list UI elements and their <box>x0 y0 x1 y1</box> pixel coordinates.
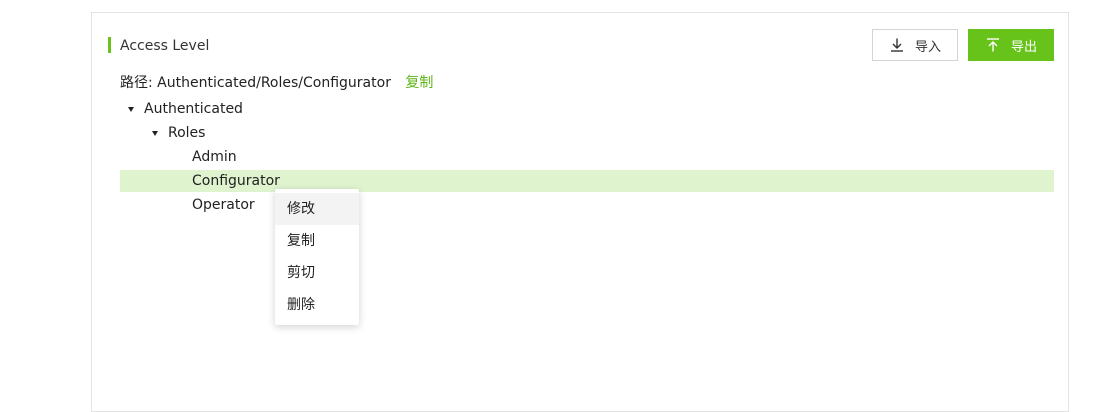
menu-item-cut[interactable]: 剪切 <box>275 257 359 289</box>
tree-node-label: Roles <box>168 125 206 141</box>
tree-node-admin[interactable]: Admin <box>120 146 1054 168</box>
import-button[interactable]: 导入 <box>872 29 958 61</box>
title-accent-bar <box>108 37 111 53</box>
breadcrumb: 路径: Authenticated/Roles/Configurator 复制 <box>120 73 433 93</box>
tree-node-authenticated[interactable]: Authenticated <box>120 98 1054 120</box>
tree-node-operator[interactable]: Operator <box>120 194 1054 216</box>
tree-node-label: Admin <box>192 149 237 165</box>
upload-icon <box>985 37 1001 53</box>
menu-item-edit[interactable]: 修改 <box>275 193 359 225</box>
tree-node-roles[interactable]: Roles <box>120 122 1054 144</box>
caret-down-icon[interactable] <box>128 107 134 112</box>
caret-down-icon[interactable] <box>152 131 158 136</box>
menu-item-copy[interactable]: 复制 <box>275 225 359 257</box>
export-button-label: 导出 <box>1010 39 1037 55</box>
tree-node-label: Operator <box>192 197 255 213</box>
context-menu: 修改 复制 剪切 删除 <box>275 189 359 325</box>
tree-node-label: Configurator <box>192 173 280 189</box>
download-icon <box>889 37 905 53</box>
path-value: Authenticated/Roles/Configurator <box>157 75 391 91</box>
tree-node-label: Authenticated <box>144 101 243 117</box>
import-button-label: 导入 <box>914 39 941 55</box>
menu-item-delete[interactable]: 删除 <box>275 289 359 321</box>
copy-path-link[interactable]: 复制 <box>405 75 433 91</box>
path-label: 路径: <box>120 75 153 91</box>
panel-title: Access Level <box>120 38 210 54</box>
export-button[interactable]: 导出 <box>968 29 1054 61</box>
tree-node-configurator[interactable]: Configurator <box>120 170 1054 192</box>
